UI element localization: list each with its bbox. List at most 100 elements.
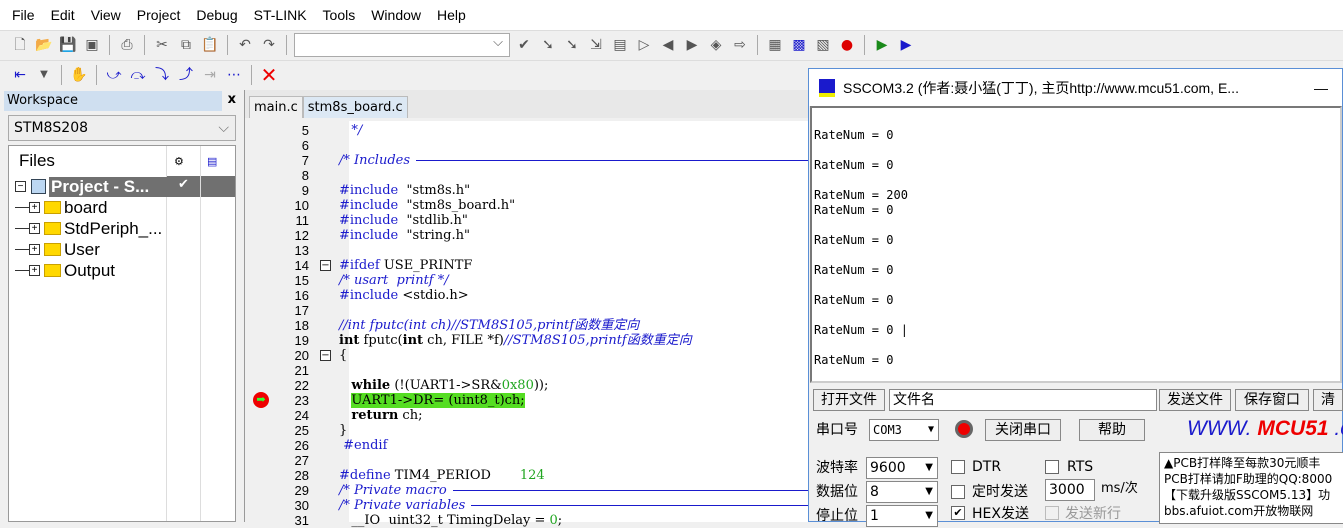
line-text: while (!(UART1->SR&0x80)); xyxy=(339,378,548,393)
dtr-checkbox[interactable] xyxy=(951,460,965,474)
menu-file[interactable]: File xyxy=(4,7,43,23)
line-number: 24 xyxy=(294,408,309,423)
bookmark-icon[interactable]: ✔ xyxy=(514,35,534,55)
find-combo[interactable] xyxy=(294,33,510,57)
tree-item[interactable]: + Output xyxy=(9,260,235,281)
expand-icon[interactable]: + xyxy=(29,223,40,234)
stop-bits-select[interactable]: 1 xyxy=(866,505,938,527)
menu-window[interactable]: Window xyxy=(363,7,429,23)
download-debug-icon[interactable]: ▶ xyxy=(872,35,892,55)
minimize-button[interactable]: — xyxy=(1314,80,1328,96)
code-view[interactable]: 5 */6 7/* Includes 8 9 #include "stm8s.h" 10 #… xyxy=(251,121,872,528)
undo-icon[interactable]: ↶ xyxy=(235,35,255,55)
menu-debug[interactable]: Debug xyxy=(188,7,245,23)
cut-icon[interactable]: ✂ xyxy=(152,35,172,55)
tree-item-label: StdPeriph_... xyxy=(64,218,163,238)
menu-help[interactable]: Help xyxy=(429,7,474,23)
fold-icon[interactable]: − xyxy=(320,260,331,271)
debug-without-download-icon[interactable]: ▶ xyxy=(896,35,916,55)
find-in-files-icon[interactable]: ▤ xyxy=(610,35,630,55)
brand-logo[interactable]: WWW. MCU51 .c xyxy=(1187,417,1343,441)
expand-icon[interactable]: + xyxy=(29,265,40,276)
menu-project[interactable]: Project xyxy=(129,7,189,23)
collapse-icon[interactable]: − xyxy=(15,181,26,192)
receive-area[interactable]: RateNum = 0 RateNum = 0 RateNum = 200 RateN… xyxy=(810,106,1342,383)
fold-icon[interactable]: − xyxy=(320,350,331,361)
menu-st-link[interactable]: ST-LINK xyxy=(246,7,315,23)
next-bookmark-icon[interactable]: ➘ xyxy=(562,35,582,55)
rts-checkbox[interactable] xyxy=(1045,460,1059,474)
redo-icon[interactable]: ↷ xyxy=(259,35,279,55)
tag-icon[interactable]: ▷ xyxy=(634,35,654,55)
nav-forward-icon[interactable]: ▶ xyxy=(682,35,702,55)
menu-tools[interactable]: Tools xyxy=(315,7,364,23)
rebuild-icon[interactable]: ▧ xyxy=(813,35,833,55)
help-button[interactable]: 帮助 xyxy=(1079,419,1145,441)
expand-icon[interactable]: + xyxy=(29,202,40,213)
copy-icon[interactable]: ⧉ xyxy=(176,35,196,55)
break-icon[interactable]: ✋ xyxy=(69,65,89,85)
step-over-icon[interactable]: ⤼ xyxy=(128,65,148,85)
tab-stm8s_board-c[interactable]: stm8s_board.c xyxy=(302,96,408,118)
line-number: 5 xyxy=(301,123,309,138)
step-back-icon[interactable]: ⇤ xyxy=(10,65,30,85)
close-port-button[interactable]: 关闭串口 xyxy=(985,419,1061,441)
dropdown-icon[interactable]: ▼ xyxy=(34,65,54,85)
receive-line xyxy=(814,338,1340,353)
tree-item[interactable]: + StdPeriph_... xyxy=(9,218,235,239)
configuration-select[interactable]: STM8S208 xyxy=(8,115,236,141)
save-icon[interactable]: 💾 xyxy=(58,35,78,55)
menu-edit[interactable]: Edit xyxy=(43,7,83,23)
reset-icon[interactable]: ⤻ xyxy=(104,65,124,85)
timed-send-label: 定时发送 xyxy=(972,484,1028,500)
timed-send-checkbox[interactable] xyxy=(951,485,965,499)
clear-button[interactable]: 清 xyxy=(1313,389,1343,411)
tree-item[interactable]: + board xyxy=(9,197,235,218)
paste-icon[interactable]: 📋 xyxy=(200,35,220,55)
open-icon[interactable]: 📂 xyxy=(34,35,54,55)
line-text: #ifdef USE_PRINTF xyxy=(339,258,472,273)
baud-select[interactable]: 9600 xyxy=(866,457,938,479)
tree-item[interactable]: − Project - S... ✔ xyxy=(9,176,235,197)
options-icon[interactable]: ⚙ xyxy=(174,155,184,168)
interval-input[interactable]: 3000 xyxy=(1045,479,1095,501)
go-icon[interactable]: ⇨ xyxy=(730,35,750,55)
send-newline-checkbox[interactable] xyxy=(1045,506,1059,520)
step-into-icon[interactable]: ⤵ xyxy=(152,65,172,85)
open-file-button[interactable]: 打开文件 xyxy=(813,389,885,411)
prev-bookmark-icon[interactable]: ⇲ xyxy=(586,35,606,55)
menu-view[interactable]: View xyxy=(83,7,129,23)
toggle-bookmark-icon[interactable]: ➘ xyxy=(538,35,558,55)
compile-icon[interactable]: ▦ xyxy=(765,35,785,55)
save-all-icon[interactable]: ▣ xyxy=(82,35,102,55)
step-out-icon[interactable]: ⤴ xyxy=(176,65,196,85)
save-window-button[interactable]: 保存窗口 xyxy=(1235,389,1309,411)
stop-debug-icon[interactable]: ✕ xyxy=(259,65,279,85)
make-icon[interactable]: ▩ xyxy=(789,35,809,55)
close-icon[interactable]: x xyxy=(228,92,236,107)
run-to-cursor-icon[interactable]: ⋯ xyxy=(224,65,244,85)
port-select[interactable]: COM3 xyxy=(869,419,939,441)
receive-line xyxy=(814,143,1340,158)
send-file-button[interactable]: 发送文件 xyxy=(1159,389,1231,411)
output-icon[interactable]: ▤ xyxy=(207,155,217,168)
file-name-input[interactable]: 文件名 xyxy=(889,389,1157,411)
next-statement-icon[interactable]: ⇥ xyxy=(200,65,220,85)
stop-build-icon[interactable]: ● xyxy=(837,35,857,55)
receive-line xyxy=(814,248,1340,263)
folder-icon xyxy=(44,264,61,277)
expand-icon[interactable]: + xyxy=(29,244,40,255)
ad-panel[interactable]: ▲PCB打样降至每款30元顺丰 PCB打样请加F助理的QQ:8000 【下载升级版S… xyxy=(1159,452,1343,524)
hex-send-checkbox[interactable]: ✔ xyxy=(951,506,965,520)
code-token: #endif xyxy=(339,438,388,453)
nav-back-icon[interactable]: ◀ xyxy=(658,35,678,55)
breakpoint-icon[interactable]: ◈ xyxy=(706,35,726,55)
line-text: #include "stm8s.h" xyxy=(339,183,470,198)
receive-line: RateNum = 200 xyxy=(814,188,908,202)
new-file-icon[interactable]: 🗋 xyxy=(10,35,30,55)
tab-main-c[interactable]: main.c xyxy=(249,96,303,118)
tree-item[interactable]: + User xyxy=(9,239,235,260)
data-bits-select[interactable]: 8 xyxy=(866,481,938,503)
print-icon[interactable]: ⎙ xyxy=(117,35,137,55)
